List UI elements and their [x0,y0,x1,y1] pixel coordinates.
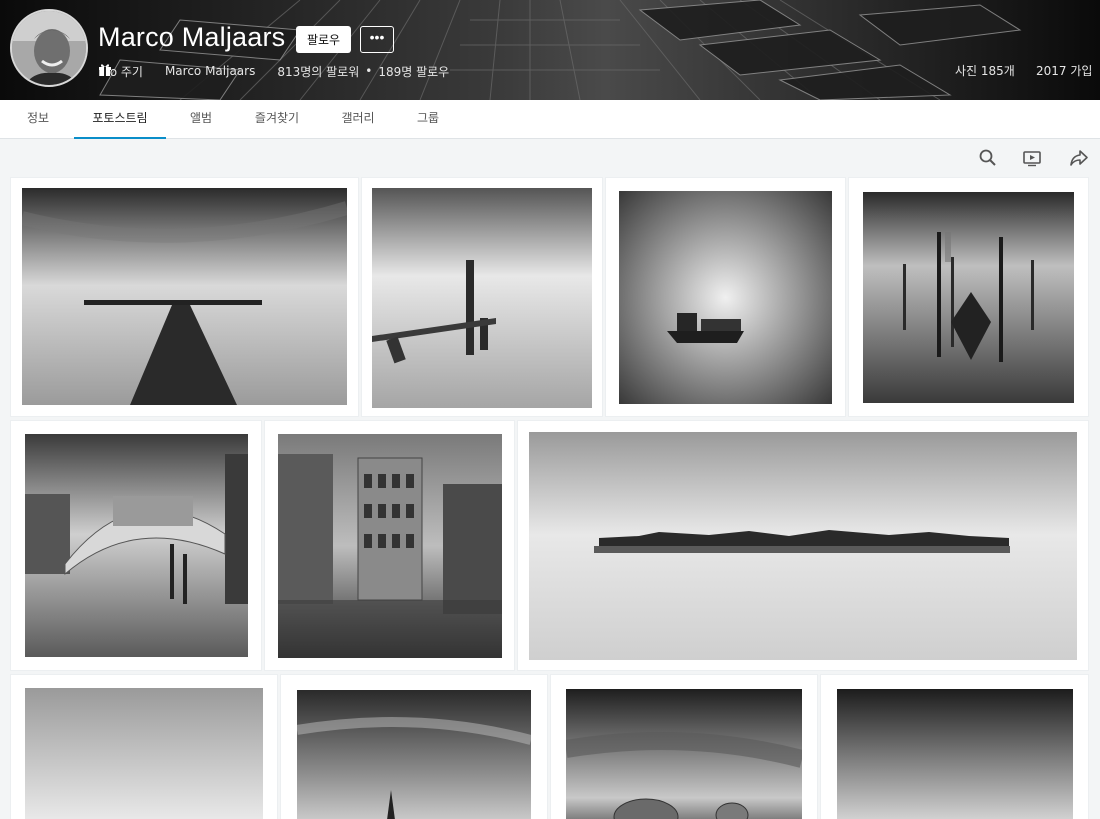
follow-button[interactable]: 팔로우 [296,26,351,53]
photo-boat [619,191,832,404]
photo-gondola [863,192,1074,403]
gift-icon [99,64,111,76]
profile-meta: Pro 주기 Marco Maljaars 813명의 팔로워 • 189명 팔… [98,62,449,80]
photo-island [529,432,1077,660]
photo-hay-bales [566,689,802,819]
photo-tile[interactable] [518,421,1088,670]
tab-groups[interactable]: 그룹 [407,100,449,139]
avatar[interactable] [10,9,88,87]
share-icon[interactable] [1069,148,1089,168]
photo-tree [297,690,531,819]
join-year: 2017 가입 [1036,64,1093,78]
photo-fog [25,688,263,819]
photo-pier [22,188,347,405]
more-options-button[interactable]: ••• [360,26,394,53]
cover-header: Marco Maljaars 팔로우 ••• Pro 주기 Marco Malj… [0,0,1100,100]
photo-tile[interactable] [551,675,817,819]
tab-galleries[interactable]: 갤러리 [330,100,386,139]
tab-albums[interactable]: 앨범 [181,100,221,139]
username: Marco Maljaars [164,64,256,78]
photo-tile[interactable] [281,675,547,819]
tab-favorites[interactable]: 즐겨찾기 [244,100,310,139]
photo-palazzo [278,434,502,658]
separator-dot: • [365,64,373,78]
tab-photostream[interactable]: 포토스트림 [74,100,166,139]
search-icon[interactable] [978,148,998,168]
photo-count: 사진 185개 [955,64,1015,78]
profile-name: Marco Maljaars [98,22,286,52]
slideshow-icon[interactable] [1022,148,1042,168]
profile-tabs: 정보 포토스트림 앨범 즐겨찾기 갤러리 그룹 [0,100,1100,139]
photo-tile[interactable] [606,178,845,416]
photo-tile[interactable] [849,178,1088,416]
following-count[interactable]: 189명 팔로우 [378,63,449,80]
tab-about[interactable]: 정보 [18,100,58,139]
avatar-image [12,11,86,85]
followers-count[interactable]: 813명의 팔로워 [277,63,359,80]
photo-tile[interactable] [821,675,1088,819]
photo-tile[interactable] [11,421,261,670]
photo-tile[interactable] [11,675,277,819]
photo-tile[interactable] [11,178,358,416]
photo-gradient-sky [837,689,1073,819]
photo-rialto-bridge [25,434,248,657]
photo-wooden-poles [372,188,592,408]
photo-tile[interactable] [265,421,514,670]
photo-tile[interactable] [362,178,602,416]
